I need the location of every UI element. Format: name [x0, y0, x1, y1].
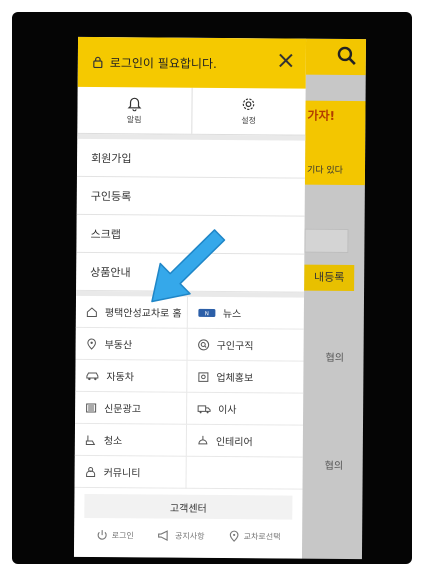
store-icon: [198, 371, 209, 382]
power-icon: [97, 530, 107, 540]
banner-subtext: 기다 있다: [306, 165, 344, 176]
newspaper-icon: [86, 402, 97, 413]
notice-label: 공지사항: [174, 531, 205, 541]
login-required-message[interactable]: 로그인이 필요합니다.: [110, 54, 217, 72]
category-interior[interactable]: 인테리어: [186, 424, 303, 458]
category-label: 이사: [218, 404, 237, 417]
location-pin-icon: [87, 338, 96, 350]
notifications-button[interactable]: 알림: [77, 87, 191, 134]
drawer-header: 로그인이 필요합니다.: [77, 36, 307, 89]
category-label: 신문광고: [104, 404, 141, 416]
category-grid: 평택안성교차로 홈 N 뉴스 부동산 구인구직 자동차 업체홍보 신문광고 이사…: [74, 290, 305, 490]
lamp-icon: [198, 435, 208, 444]
background-header: [305, 38, 367, 76]
menu-item-signup[interactable]: 회원가입: [76, 138, 306, 179]
photo-frame: 가자! 기다 있다 내등록 협의 협의 로그인이 필요합니다. 알림 설정 회원…: [12, 12, 412, 564]
background-select[interactable]: [304, 228, 349, 254]
quick-actions: 알림 설정: [77, 86, 306, 136]
news-icon: N: [198, 308, 216, 317]
register-button[interactable]: 내등록: [304, 264, 355, 292]
category-label: 인테리어: [215, 436, 253, 449]
category-jobs[interactable]: 구인구직: [187, 328, 304, 362]
customer-center-button[interactable]: 고객센터: [84, 493, 293, 520]
gear-icon: [242, 98, 255, 111]
category-real-estate[interactable]: 부동산: [75, 327, 188, 361]
lock-icon: [93, 56, 103, 69]
notice-button[interactable]: 공지사항: [157, 530, 205, 542]
location-pin-icon: [229, 530, 239, 542]
truck-icon: [197, 404, 211, 413]
settings-button[interactable]: 설정: [190, 87, 306, 135]
search-icon[interactable]: [336, 45, 358, 67]
login-button[interactable]: 로그인: [96, 529, 134, 541]
svg-text:N: N: [205, 311, 209, 317]
region-select-label: 교차로선택: [243, 531, 281, 541]
category-community[interactable]: 커뮤니티: [74, 455, 187, 489]
category-label: 업체홍보: [216, 372, 254, 385]
login-label: 로그인: [111, 530, 134, 540]
category-label: 커뮤니티: [103, 468, 141, 480]
close-icon[interactable]: [276, 50, 296, 70]
banner-headline: 가자!: [307, 108, 336, 123]
category-empty: [186, 456, 303, 490]
pointer-arrow-icon: [151, 229, 226, 303]
category-newspaper-ads[interactable]: 신문광고: [75, 391, 188, 425]
drawer-footer: 로그인 공지사항 교차로선택: [74, 518, 302, 554]
notifications-label: 알림: [126, 115, 142, 125]
home-icon: [86, 306, 97, 317]
phone-screen: 가자! 기다 있다 내등록 협의 협의 로그인이 필요합니다. 알림 설정 회원…: [73, 36, 367, 560]
region-select-button[interactable]: 교차로선택: [228, 530, 281, 542]
table-cell: 협의: [325, 352, 344, 364]
category-label: 자동차: [106, 372, 135, 384]
category-label: 평택안성교차로 홈: [104, 308, 182, 320]
category-label: 부동산: [104, 340, 133, 352]
category-label: 청소: [103, 436, 123, 448]
bell-icon: [127, 97, 142, 112]
car-icon: [86, 371, 99, 380]
category-cleaning[interactable]: 청소: [74, 423, 188, 457]
category-cars[interactable]: 자동차: [75, 359, 188, 393]
megaphone-icon: [157, 530, 168, 541]
category-moving[interactable]: 이사: [187, 392, 304, 426]
category-label: 뉴스: [222, 309, 242, 321]
table-cell: 협의: [324, 460, 344, 472]
search-icon: [198, 338, 210, 350]
category-business-promo[interactable]: 업체홍보: [187, 360, 304, 394]
people-icon: [86, 466, 96, 477]
category-label: 구인구직: [216, 340, 254, 353]
broom-icon: [85, 434, 96, 445]
settings-label: 설정: [241, 116, 257, 126]
menu-item-job-post[interactable]: 구인등록: [76, 176, 305, 217]
